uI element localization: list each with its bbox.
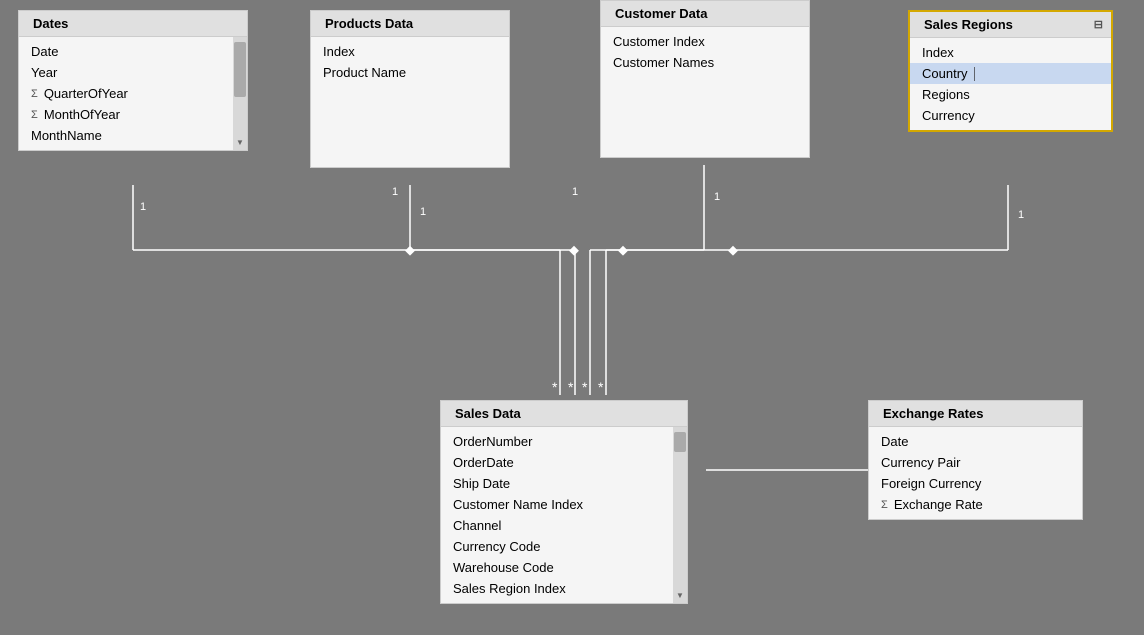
dates-table[interactable]: Dates Date Year Σ QuarterOfYear Σ MonthO…	[18, 10, 248, 151]
table-row[interactable]: Product Name	[311, 62, 509, 83]
sales-data-header: Sales Data	[441, 401, 687, 427]
field-label: Regions	[922, 87, 970, 102]
table-row[interactable]: Date	[869, 431, 1082, 452]
field-label: Customer Name Index	[453, 497, 583, 512]
field-label: Product Name	[323, 65, 406, 80]
field-label: Foreign Currency	[881, 476, 981, 491]
field-label: Sales Region Index	[453, 581, 566, 596]
sales-data-title: Sales Data	[455, 406, 521, 421]
table-row[interactable]: Sales Region Index	[441, 578, 687, 599]
svg-text:1: 1	[572, 186, 578, 198]
sales-regions-header: Sales Regions ⊟	[910, 12, 1111, 38]
table-row[interactable]: Σ MonthOfYear	[19, 104, 247, 125]
table-row[interactable]: Ship Date	[441, 473, 687, 494]
sales-regions-table[interactable]: Sales Regions ⊟ Index Country Regions Cu…	[908, 10, 1113, 132]
field-label: Ship Date	[453, 476, 510, 491]
customer-title: Customer Data	[615, 6, 707, 21]
field-label: Index	[922, 45, 954, 60]
svg-text:*: *	[568, 379, 574, 395]
table-row[interactable]: Year	[19, 62, 247, 83]
field-label: Customer Names	[613, 55, 714, 70]
field-label: Currency Code	[453, 539, 540, 554]
exchange-rates-header: Exchange Rates	[869, 401, 1082, 427]
table-row[interactable]: Customer Name Index	[441, 494, 687, 515]
table-row[interactable]: Channel	[441, 515, 687, 536]
field-label: Exchange Rate	[894, 497, 983, 512]
table-row[interactable]: Warehouse Code	[441, 557, 687, 578]
svg-text:1: 1	[140, 201, 146, 213]
sales-data-table[interactable]: Sales Data OrderNumber OrderDate Ship Da…	[440, 400, 688, 604]
svg-text:1: 1	[1018, 209, 1024, 221]
table-row[interactable]: Σ Exchange Rate	[869, 494, 1082, 515]
table-row[interactable]: Currency Pair	[869, 452, 1082, 473]
field-label: Warehouse Code	[453, 560, 554, 575]
table-row[interactable]: OrderNumber	[441, 431, 687, 452]
table-row[interactable]: Regions	[910, 84, 1111, 105]
field-label: Currency	[922, 108, 975, 123]
field-label: Date	[881, 434, 908, 449]
table-row[interactable]: Index	[910, 42, 1111, 63]
table-row[interactable]: MonthName	[19, 125, 247, 146]
field-label: Customer Index	[613, 34, 705, 49]
svg-text:1: 1	[420, 206, 426, 218]
sigma-icon: Σ	[881, 499, 888, 511]
table-row[interactable]: Customer Names	[601, 52, 809, 73]
field-label: Currency Pair	[881, 455, 960, 470]
svg-text:*: *	[598, 379, 604, 395]
collapse-icon[interactable]: ⊟	[1094, 18, 1103, 31]
field-label: OrderNumber	[453, 434, 532, 449]
dates-table-header: Dates	[19, 11, 247, 37]
customer-table-header: Customer Data	[601, 1, 809, 27]
svg-text:*: *	[552, 379, 558, 395]
field-label: Year	[31, 65, 57, 80]
table-row[interactable]: Σ QuarterOfYear	[19, 83, 247, 104]
field-label: Index	[323, 44, 355, 59]
sigma-icon: Σ	[31, 88, 38, 100]
customer-table[interactable]: Customer Data Customer Index Customer Na…	[600, 0, 810, 158]
table-row[interactable]: Currency	[910, 105, 1111, 126]
svg-text:1: 1	[392, 186, 398, 198]
exchange-rates-table[interactable]: Exchange Rates Date Currency Pair Foreig…	[868, 400, 1083, 520]
field-label: Date	[31, 44, 58, 59]
table-row[interactable]: Customer Index	[601, 31, 809, 52]
field-label: Channel	[453, 518, 501, 533]
field-label: Country	[922, 66, 968, 81]
sales-regions-title: Sales Regions	[924, 17, 1013, 32]
field-label: MonthOfYear	[44, 107, 120, 122]
dates-title: Dates	[33, 16, 68, 31]
field-label: QuarterOfYear	[44, 86, 128, 101]
table-row[interactable]: OrderDate	[441, 452, 687, 473]
products-title: Products Data	[325, 16, 413, 31]
table-row[interactable]: Foreign Currency	[869, 473, 1082, 494]
exchange-rates-title: Exchange Rates	[883, 406, 983, 421]
field-label: OrderDate	[453, 455, 514, 470]
sigma-icon: Σ	[31, 109, 38, 121]
products-table[interactable]: Products Data Index Product Name	[310, 10, 510, 168]
table-row[interactable]: Date	[19, 41, 247, 62]
products-table-header: Products Data	[311, 11, 509, 37]
svg-text:1: 1	[714, 191, 720, 203]
field-label: MonthName	[31, 128, 102, 143]
table-row[interactable]: Currency Code	[441, 536, 687, 557]
table-row[interactable]: Country	[910, 63, 1111, 84]
svg-text:*: *	[582, 379, 588, 395]
table-row[interactable]: Index	[311, 41, 509, 62]
